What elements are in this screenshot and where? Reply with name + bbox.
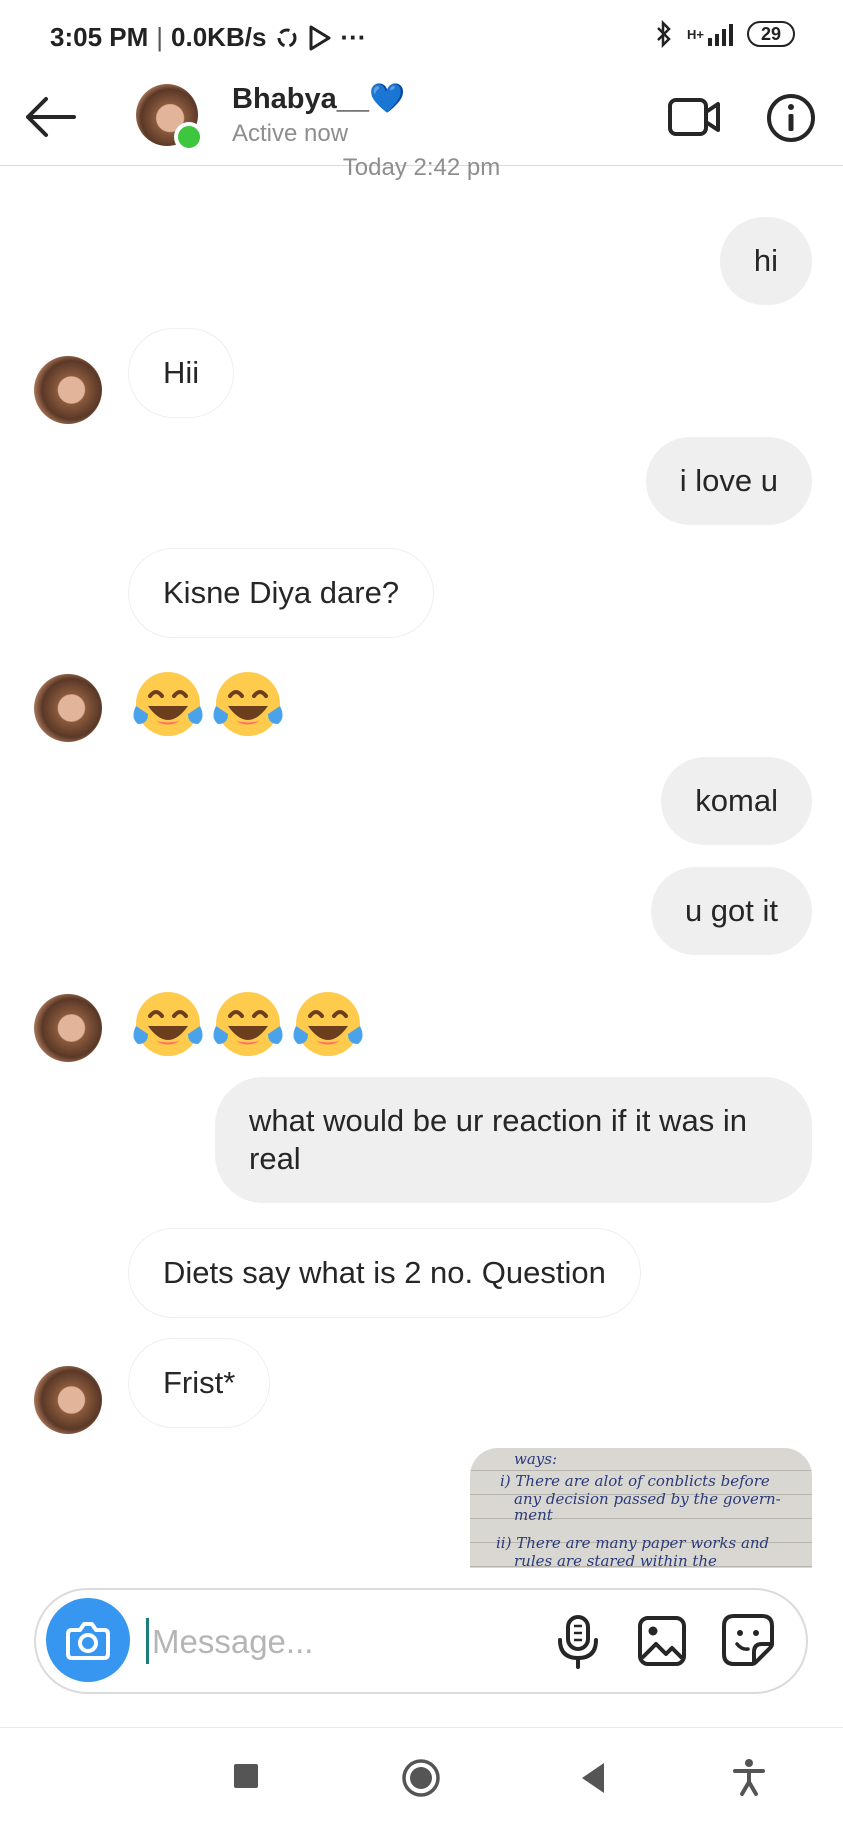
back-triangle-icon[interactable]: [578, 1760, 608, 1796]
laughing-tears-emoji: [133, 672, 203, 736]
photo-handwriting: ii) There are many paper works and: [496, 1534, 770, 1552]
photo-handwriting: any decision passed by the govern-: [514, 1490, 781, 1508]
message-bubble-incoming[interactable]: Hii: [128, 328, 235, 418]
blue-heart-emoji: 💙: [369, 83, 406, 115]
photo-handwriting: rules are stared within the: [514, 1552, 717, 1568]
username-text: Bhabya__: [232, 83, 370, 115]
photo-handwriting: ways:: [514, 1450, 558, 1468]
message-bubble-outgoing[interactable]: u got it: [650, 867, 812, 955]
back-arrow-icon[interactable]: [22, 92, 82, 142]
emoji-message[interactable]: [130, 986, 366, 1062]
sender-avatar[interactable]: [34, 674, 102, 742]
signal-icon: [707, 22, 733, 46]
sync-icon: [277, 28, 297, 47]
online-indicator: [174, 122, 204, 152]
message-bubble-incoming[interactable]: Kisne Diya dare?: [128, 548, 435, 638]
laughing-tears-emoji: [213, 992, 283, 1056]
laughing-tears-emoji: [133, 992, 203, 1056]
message-bubble-outgoing[interactable]: what would be ur reaction if it was in r…: [215, 1077, 812, 1203]
laughing-tears-emoji: [293, 992, 363, 1056]
accessibility-icon[interactable]: [732, 1758, 766, 1796]
status-network-speed: 0.0KB/s: [171, 22, 267, 52]
message-bubble-incoming[interactable]: Diets say what is 2 no. Question: [128, 1228, 641, 1318]
message-input[interactable]: [150, 1610, 554, 1674]
sticker-icon[interactable]: [720, 1612, 776, 1668]
home-circle-icon[interactable]: [401, 1758, 441, 1798]
camera-button[interactable]: [46, 1598, 130, 1682]
sender-avatar[interactable]: [34, 994, 102, 1062]
active-status: Active now: [232, 120, 349, 147]
message-bubble-outgoing[interactable]: hi: [719, 217, 812, 305]
message-composer: [34, 1588, 808, 1694]
gallery-icon[interactable]: [636, 1614, 688, 1668]
profile-avatar[interactable]: [136, 84, 204, 152]
status-time: 3:05 PM: [50, 22, 149, 52]
sender-avatar[interactable]: [34, 356, 102, 424]
photo-message[interactable]: ways: i) There are alot of conblicts bef…: [470, 1448, 812, 1568]
video-call-icon[interactable]: [666, 92, 722, 142]
photo-handwriting: ment: [514, 1506, 553, 1524]
status-divider: |: [156, 22, 164, 52]
play-store-icon: [309, 25, 331, 50]
microphone-icon[interactable]: [552, 1614, 604, 1670]
chat-username[interactable]: Bhabya__💙: [232, 82, 405, 116]
photo-handwriting: i) There are alot of conblicts before: [500, 1472, 770, 1490]
status-right: H+ 29: [655, 20, 795, 48]
status-bar: 3:05 PM | 0.0KB/s ··· H+ 29: [0, 0, 843, 70]
message-bubble-outgoing[interactable]: i love u: [645, 437, 812, 525]
text-caret: [146, 1618, 149, 1664]
network-type: H+: [686, 26, 704, 42]
chat-header: Bhabya__💙 Active now: [0, 70, 843, 166]
message-bubble-incoming[interactable]: Frist*: [128, 1338, 271, 1428]
battery-icon: 29: [746, 21, 795, 47]
status-left: 3:05 PM | 0.0KB/s ···: [50, 22, 366, 53]
bluetooth-icon: [657, 20, 671, 48]
message-bubble-outgoing[interactable]: komal: [661, 757, 812, 845]
system-nav-bar: [0, 1727, 843, 1828]
camera-icon: [66, 1622, 110, 1660]
chat-timestamp: Today 2:42 pm: [342, 154, 501, 181]
status-more-icon: ···: [340, 22, 367, 52]
info-icon[interactable]: [765, 92, 817, 144]
sender-avatar[interactable]: [34, 1366, 102, 1434]
recents-square-icon[interactable]: [234, 1764, 258, 1788]
laughing-tears-emoji: [213, 672, 283, 736]
emoji-message[interactable]: [130, 666, 286, 742]
